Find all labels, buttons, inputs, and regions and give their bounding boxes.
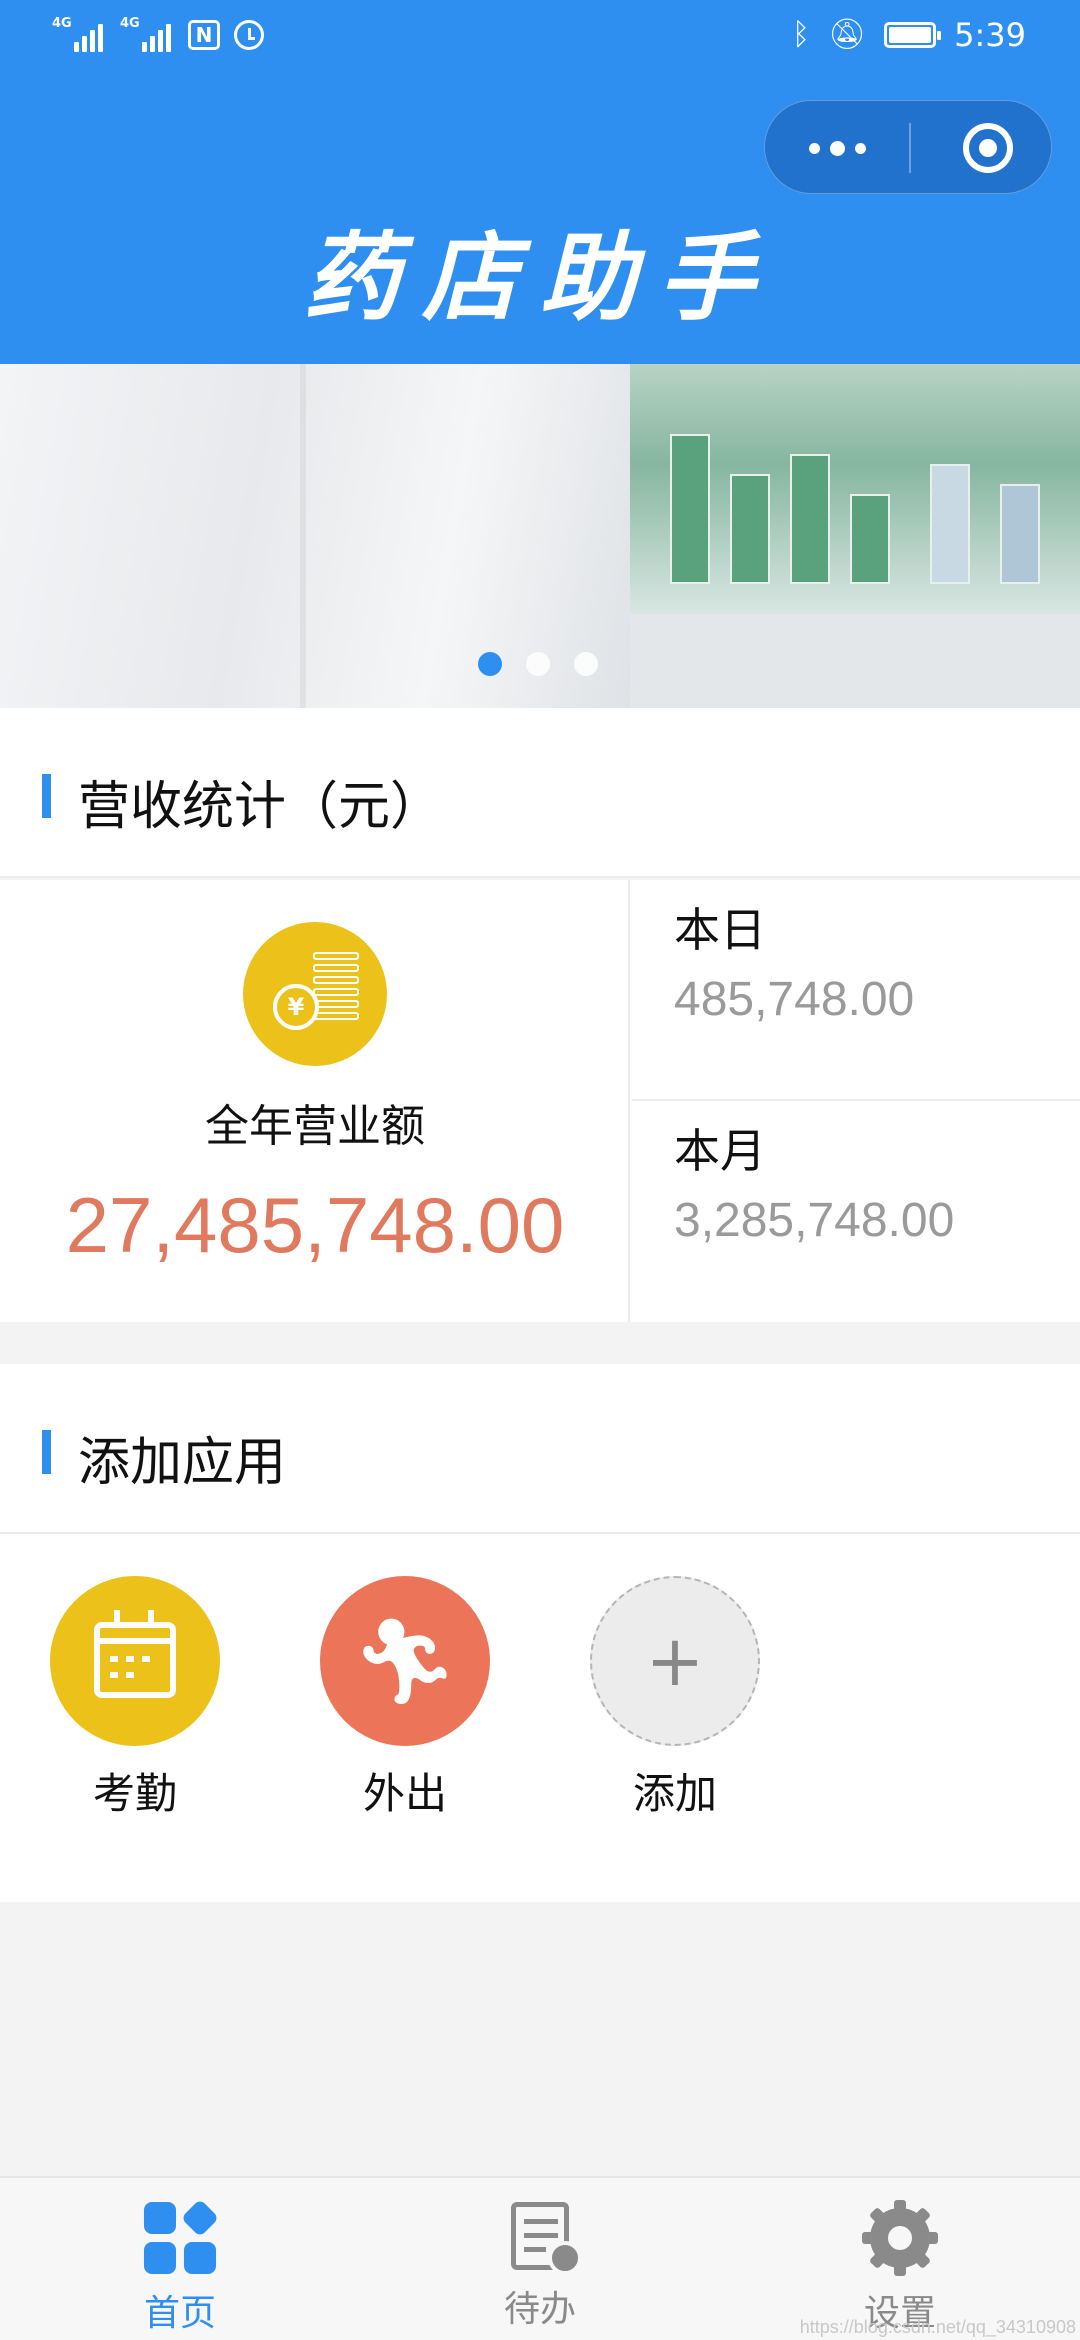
todo-clock-icon bbox=[511, 2202, 582, 2275]
app-label: 考勤 bbox=[92, 1769, 177, 1818]
more-menu-icon[interactable] bbox=[765, 101, 909, 195]
watermark-text: https://blog.csdn.net/qq_34310908 bbox=[799, 2317, 1076, 2337]
annual-revenue-label: 全年营业额 bbox=[205, 1101, 425, 1152]
carousel-indicators bbox=[478, 652, 598, 676]
nfc-icon: N bbox=[188, 20, 220, 50]
page-title: 药店助手 bbox=[304, 221, 776, 334]
banner-image-counter bbox=[630, 614, 1080, 708]
battery-icon bbox=[884, 22, 942, 48]
annual-revenue-value: 27,485,748.00 bbox=[65, 1181, 565, 1269]
alarm-clock-icon bbox=[234, 20, 264, 50]
monthly-revenue-value: 3,285,748.00 bbox=[674, 1194, 955, 1247]
grid-icon bbox=[144, 2198, 220, 2274]
close-target-icon[interactable] bbox=[963, 123, 1013, 173]
app-label: 添加 bbox=[632, 1769, 717, 1818]
daily-revenue-card[interactable]: 本日 485,748.00 bbox=[632, 880, 1080, 1101]
network-type-label: 4G bbox=[52, 16, 72, 31]
walking-person-icon: 🏃︎ bbox=[320, 1576, 490, 1746]
tab-settings[interactable]: 设置 bbox=[820, 2200, 980, 2336]
tab-label: 待办 bbox=[503, 2289, 576, 2330]
app-add[interactable]: + 添加 bbox=[590, 1576, 760, 1821]
banner-image-shelf bbox=[630, 364, 1080, 614]
apps-section-title: 添加应用 bbox=[78, 1433, 287, 1493]
carousel-dot[interactable] bbox=[478, 652, 502, 676]
daily-revenue-label: 本日 bbox=[674, 903, 766, 957]
app-label: 外出 bbox=[362, 1769, 447, 1818]
gear-icon bbox=[862, 2200, 938, 2276]
monthly-revenue-card[interactable]: 本月 3,285,748.00 bbox=[632, 1101, 1080, 1322]
bluetooth-icon: ᛒ bbox=[792, 17, 811, 52]
apps-grid: 考勤 🏃︎ 外出 + 添加 bbox=[0, 1534, 1080, 1902]
mini-program-capsule bbox=[764, 100, 1052, 194]
section-accent-bar bbox=[42, 1430, 51, 1474]
tab-home[interactable]: 首页 bbox=[100, 2198, 260, 2336]
capsule-divider bbox=[909, 123, 911, 173]
tab-label: 首页 bbox=[143, 2293, 216, 2334]
monthly-revenue-label: 本月 bbox=[674, 1124, 766, 1178]
status-bar: 4G 4G N ᛒ 🔕︎ 5:39 bbox=[0, 0, 1080, 72]
signal-strength-icon: 4G bbox=[120, 16, 174, 52]
bell-muted-icon: 🔕︎ bbox=[828, 17, 867, 52]
app-header: 4G 4G N ᛒ 🔕︎ 5:39 药店助手 bbox=[0, 0, 1080, 364]
revenue-section-header: 营收统计（元） bbox=[0, 708, 1080, 878]
daily-revenue-value: 485,748.00 bbox=[674, 973, 915, 1026]
signal-strength-icon: 4G bbox=[52, 16, 106, 52]
apps-section-header: 添加应用 bbox=[0, 1364, 1080, 1534]
carousel-dot[interactable] bbox=[526, 652, 550, 676]
app-going-out[interactable]: 🏃︎ 外出 bbox=[320, 1576, 490, 1821]
calendar-icon bbox=[50, 1576, 220, 1746]
app-attendance[interactable]: 考勤 bbox=[50, 1576, 220, 1821]
status-time: 5:39 bbox=[954, 16, 1026, 54]
bottom-tab-bar: 首页 待办 设置 https://blog.csdn.net/qq_343109… bbox=[0, 2176, 1080, 2340]
coins-icon: ¥ bbox=[243, 922, 387, 1066]
tab-todo[interactable]: 待办 bbox=[460, 2202, 620, 2332]
section-accent-bar bbox=[42, 774, 51, 818]
annual-revenue-card[interactable]: ¥ 全年营业额 27,485,748.00 bbox=[0, 880, 630, 1322]
carousel-dot[interactable] bbox=[574, 652, 598, 676]
plus-icon: + bbox=[590, 1576, 760, 1746]
network-type-label: 4G bbox=[120, 16, 140, 31]
revenue-panel: ¥ 全年营业额 27,485,748.00 本日 485,748.00 本月 3… bbox=[0, 880, 1080, 1322]
revenue-section-title: 营收统计（元） bbox=[78, 777, 443, 837]
